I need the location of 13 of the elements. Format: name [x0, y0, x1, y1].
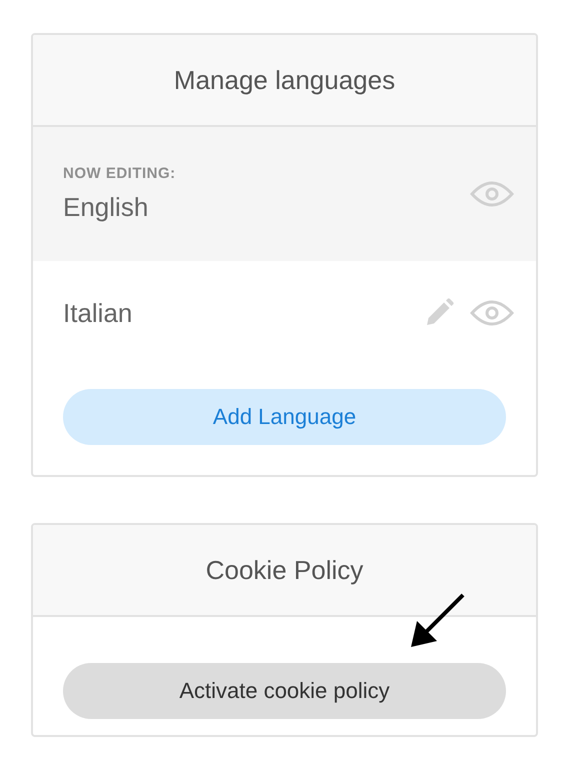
arrow-icon	[409, 593, 465, 649]
language-row[interactable]: Italian	[33, 261, 536, 365]
add-language-button[interactable]: Add Language	[63, 389, 506, 445]
language-row[interactable]: NOW EDITING: English	[33, 127, 536, 261]
language-name: English	[63, 192, 150, 223]
editing-label: NOW EDITING:	[63, 165, 176, 182]
activate-cookie-button[interactable]: Activate cookie policy	[63, 663, 506, 719]
panel-title: Cookie Policy	[206, 554, 364, 586]
panel-title: Manage languages	[174, 64, 396, 96]
pencil-icon[interactable]	[424, 298, 454, 328]
eye-icon[interactable]	[470, 299, 514, 327]
language-name: Italian	[63, 298, 132, 328]
eye-icon[interactable]	[470, 180, 514, 208]
